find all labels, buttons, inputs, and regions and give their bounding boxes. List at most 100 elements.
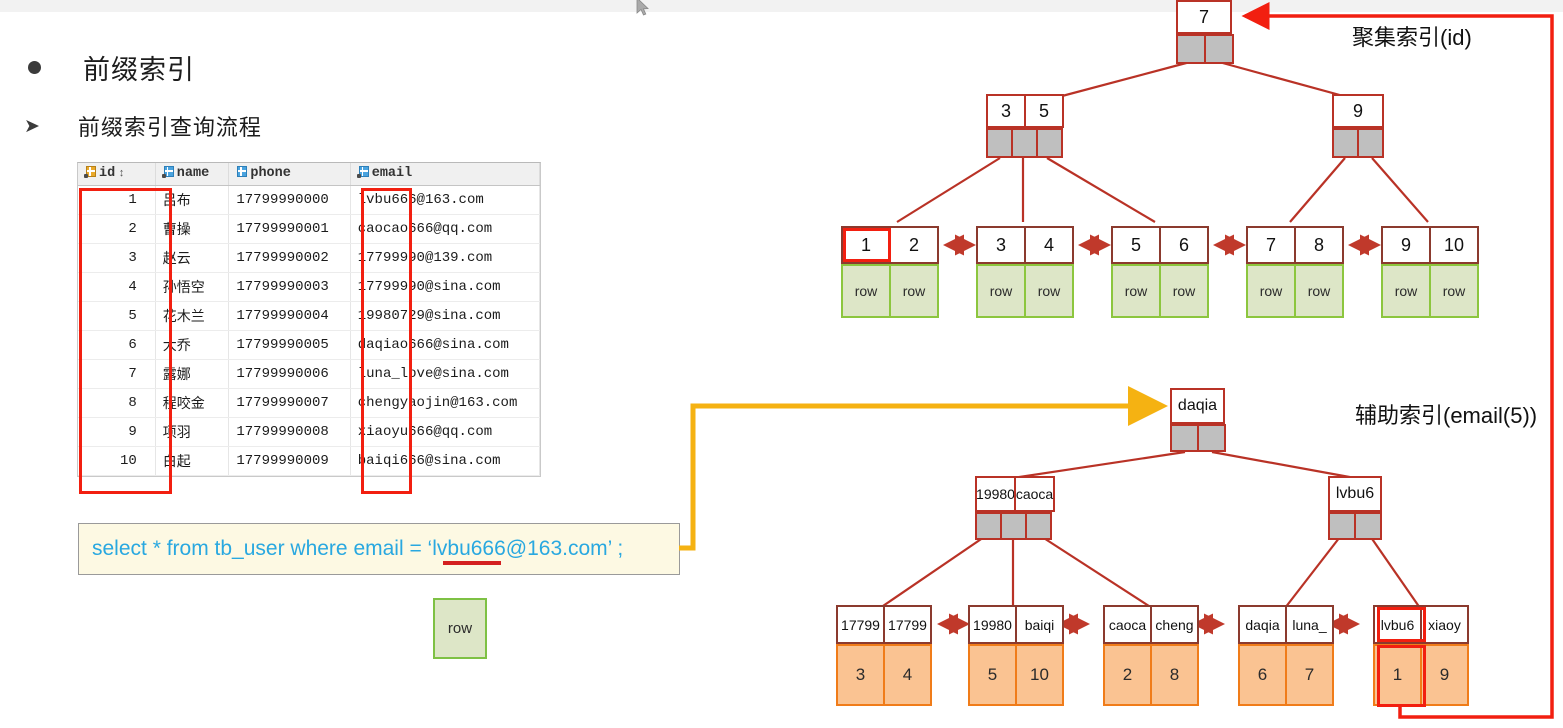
table-row[interactable]: 10 白起 17799990009 baiqi666@sina.com	[78, 446, 541, 476]
clustered-leaf-node: 1 2 row row	[841, 226, 939, 318]
leaf-key: 17799	[836, 605, 885, 644]
cell-id[interactable]: 3	[78, 243, 156, 273]
node-key: 3	[986, 94, 1026, 128]
node-pointer	[1011, 128, 1038, 158]
cell-name[interactable]: 项羽	[155, 417, 230, 447]
cell-name[interactable]: 赵云	[155, 243, 230, 273]
cell-id[interactable]: 5	[78, 301, 156, 331]
table-body: 1 吕布 17799990000 lvbu666@163.com 2 曹操 17799990…	[78, 185, 541, 476]
cell-name[interactable]: 吕布	[155, 185, 230, 215]
bullet-dot-icon	[28, 61, 41, 74]
leaf-key: 8	[1294, 226, 1344, 264]
sort-indicator-icon[interactable]: ↕	[118, 168, 125, 180]
cell-email[interactable]: 17799990@sina.com	[350, 272, 541, 302]
column-header-id[interactable]: id ↕	[78, 163, 156, 186]
cell-id[interactable]: 1	[78, 185, 156, 215]
cell-email[interactable]: baiqi666@sina.com	[350, 446, 541, 476]
column-header-name-label: name	[176, 166, 210, 181]
table-header: id ↕ name phone email	[78, 163, 541, 186]
table-row[interactable]: 9 项羽 17799990008 xiaoyu666@qq.com	[78, 417, 541, 447]
cell-id[interactable]: 9	[78, 417, 156, 447]
sql-to-secondary-index-arrow	[679, 386, 1168, 551]
cell-id[interactable]: 7	[78, 359, 156, 389]
table-row[interactable]: 4 孙悟空 17799990003 17799990@sina.com	[78, 272, 541, 302]
column-header-email[interactable]: email	[350, 163, 541, 186]
cell-phone[interactable]: 17799990004	[228, 301, 351, 331]
cell-phone[interactable]: 17799990003	[228, 272, 351, 302]
leaf-key: luna_	[1285, 605, 1334, 644]
cell-name[interactable]: 露娜	[155, 359, 230, 389]
leaf-key: 10	[1429, 226, 1479, 264]
cell-email[interactable]: luna_love@sina.com	[350, 359, 541, 389]
cell-id[interactable]: 8	[78, 388, 156, 418]
leaf-key: 17799	[883, 605, 932, 644]
cell-email[interactable]: chengyaojin@163.com	[350, 388, 541, 418]
secondary-level2-node-1: 19980 caoca	[975, 476, 1055, 540]
leaf-rowid-cell: 4	[883, 644, 932, 706]
cell-phone[interactable]: 17799990005	[228, 330, 351, 360]
leaf-key: 6	[1159, 226, 1209, 264]
node-pointer	[975, 512, 1002, 540]
clustered-leaf-node: 7 8 row row	[1246, 226, 1344, 318]
node-key: 7	[1176, 0, 1232, 34]
cell-phone[interactable]: 17799990008	[228, 417, 351, 447]
leaf-row-cell: row	[1159, 264, 1209, 318]
cell-phone[interactable]: 17799990002	[228, 243, 351, 273]
cell-phone[interactable]: 17799990000	[228, 185, 351, 215]
table-row[interactable]: 3 赵云 17799990002 17799990@139.com	[78, 243, 541, 273]
leaf-key: xiaoy	[1420, 605, 1469, 644]
table-row[interactable]: 6 大乔 17799990005 daqiao666@sina.com	[78, 330, 541, 360]
table-row[interactable]: 2 曹操 17799990001 caocao666@qq.com	[78, 214, 541, 244]
cell-name[interactable]: 白起	[155, 446, 230, 476]
clustered-leaf-node: 3 4 row row	[976, 226, 1074, 318]
cell-phone[interactable]: 17799990006	[228, 359, 351, 389]
leaf-rowid-cells: 19	[1373, 644, 1469, 706]
cell-name[interactable]: 花木兰	[155, 301, 230, 331]
cell-id[interactable]: 4	[78, 272, 156, 302]
column-header-name[interactable]: name	[155, 163, 230, 186]
leaf-rowid-cells: 34	[836, 644, 932, 706]
cell-email[interactable]: 17799990@139.com	[350, 243, 541, 273]
cell-email[interactable]: caocao666@qq.com	[350, 214, 541, 244]
clustered-root-node: 7	[1176, 0, 1234, 64]
cell-id[interactable]: 10	[78, 446, 156, 476]
cell-email[interactable]: lvbu666@163.com	[350, 185, 541, 215]
leaf-rowid-cell: 6	[1238, 644, 1287, 706]
clustered-root-keys: 7	[1176, 0, 1232, 34]
leaf-rowid-cell: 5	[968, 644, 1017, 706]
column-header-phone-label: phone	[250, 166, 291, 181]
cell-id[interactable]: 2	[78, 214, 156, 244]
table-row[interactable]: 7 露娜 17799990006 luna_love@sina.com	[78, 359, 541, 389]
leaf-rows: row row	[976, 264, 1074, 318]
leaf-row-cell: row	[1024, 264, 1074, 318]
cell-name[interactable]: 曹操	[155, 214, 230, 244]
cell-phone[interactable]: 17799990007	[228, 388, 351, 418]
cell-phone[interactable]: 17799990009	[228, 446, 351, 476]
leaf-key: lvbu6	[1373, 605, 1422, 644]
cell-name[interactable]: 程咬金	[155, 388, 230, 418]
table-row[interactable]: 1 吕布 17799990000 lvbu666@163.com	[78, 185, 541, 215]
node-key: 19980	[975, 476, 1016, 512]
leaf-rowid-cell: 8	[1150, 644, 1199, 706]
node-pointer	[1176, 34, 1206, 64]
table-row[interactable]: 8 程咬金 17799990007 chengyaojin@163.com	[78, 388, 541, 418]
cell-email[interactable]: 19980729@sina.com	[350, 301, 541, 331]
cell-email[interactable]: daqiao666@sina.com	[350, 330, 541, 360]
leaf-rows: row row	[1381, 264, 1479, 318]
leaf-key: caoca	[1103, 605, 1152, 644]
leaf-rowid-cell: 9	[1420, 644, 1469, 706]
cell-phone[interactable]: 17799990001	[228, 214, 351, 244]
cell-name[interactable]: 孙悟空	[155, 272, 230, 302]
result-grid[interactable]: id ↕ name phone email 1 吕布 17799990000 l…	[77, 162, 541, 477]
node-pointer	[986, 128, 1013, 158]
cell-name[interactable]: 大乔	[155, 330, 230, 360]
leaf-rowid-cells: 5 10	[968, 644, 1064, 706]
table-row[interactable]: 5 花木兰 17799990004 19980729@sina.com	[78, 301, 541, 331]
cell-email[interactable]: xiaoyu666@qq.com	[350, 417, 541, 447]
cell-id[interactable]: 6	[78, 330, 156, 360]
node-key: lvbu6	[1328, 476, 1382, 512]
leaf-key: 1	[841, 226, 891, 264]
column-header-phone[interactable]: phone	[228, 163, 351, 186]
secondary-leaf-node: caoca cheng 2 8	[1103, 605, 1199, 706]
leaf-row-cell: row	[1111, 264, 1161, 318]
